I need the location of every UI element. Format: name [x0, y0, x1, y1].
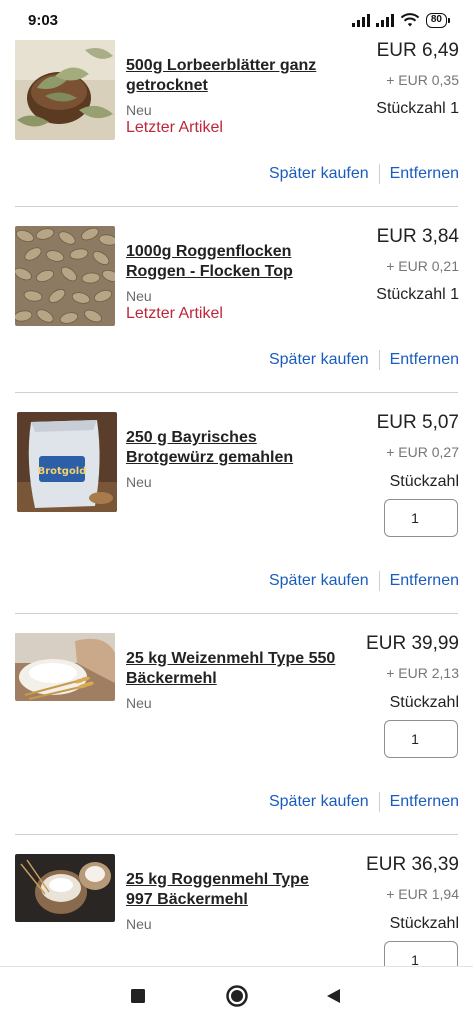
product-title[interactable]: 25 kg Roggenmehl Type 997 Bäckermehl	[126, 870, 336, 910]
cart-item: 500g Lorbeerblätter ganz getrocknet Neu …	[0, 38, 473, 223]
product-title[interactable]: 500g Lorbeerblätter ganz getrocknet	[126, 56, 336, 96]
item-actions: Später kaufen Entfernen	[269, 164, 459, 184]
cart-list[interactable]: 500g Lorbeerblätter ganz getrocknet Neu …	[0, 38, 473, 966]
signal-icon-2	[375, 13, 394, 27]
product-image-rye-flakes[interactable]	[15, 226, 115, 326]
cart-item: 25 kg Roggenmehl Type 997 Bäckermehl Neu…	[0, 852, 473, 966]
item-price: EUR 36,39	[366, 854, 459, 875]
status-bar: 9:03 80	[0, 0, 473, 38]
quantity-text: Stückzahl 1	[376, 286, 459, 303]
triangle-back-icon	[327, 989, 340, 1003]
status-icons: 80	[351, 12, 451, 28]
circle-icon	[226, 985, 248, 1007]
item-price: EUR 6,49	[376, 40, 459, 61]
product-image-bread-spice[interactable]: Brotgold	[17, 412, 117, 512]
quantity-label: Stückzahl	[389, 473, 459, 490]
action-separator	[378, 164, 380, 184]
item-condition: Neu	[126, 474, 152, 490]
quantity-input[interactable]: 1	[384, 720, 458, 758]
remove-link[interactable]: Entfernen	[390, 793, 459, 811]
item-price: EUR 39,99	[366, 633, 459, 654]
quantity-text: Stückzahl 1	[376, 100, 459, 117]
quantity-input[interactable]: 1	[384, 499, 458, 537]
item-actions: Später kaufen Entfernen	[269, 350, 459, 370]
cart-item: 25 kg Weizenmehl Type 550 Bäckermehl Neu…	[0, 631, 473, 852]
item-price: EUR 5,07	[376, 412, 459, 433]
action-separator	[378, 792, 380, 812]
wifi-icon	[400, 13, 420, 27]
item-divider	[15, 392, 458, 393]
square-icon	[131, 989, 145, 1003]
item-condition: Neu	[126, 916, 152, 932]
product-image-rye-flour[interactable]	[15, 854, 115, 922]
item-divider	[15, 206, 458, 207]
cart-item: Brotgold 250 g Bayrisches Brotgewürz gem…	[0, 410, 473, 631]
buy-later-link[interactable]: Später kaufen	[269, 793, 369, 811]
action-separator	[378, 350, 380, 370]
stock-note: Letzter Artikel	[126, 305, 223, 322]
remove-link[interactable]: Entfernen	[390, 165, 459, 183]
status-time: 9:03	[28, 12, 59, 29]
shipping-cost: + EUR 0,35	[386, 72, 459, 88]
shipping-cost: + EUR 1,94	[386, 886, 459, 902]
signal-icon	[351, 13, 370, 27]
quantity-label: Stückzahl	[389, 915, 459, 932]
cart-item: 1000g Roggenflocken Roggen - Flocken Top…	[0, 224, 473, 410]
remove-link[interactable]: Entfernen	[390, 572, 459, 590]
quantity-input[interactable]: 1	[384, 941, 458, 966]
action-separator	[378, 571, 380, 591]
product-image-bay-leaves[interactable]	[15, 40, 115, 140]
buy-later-link[interactable]: Später kaufen	[269, 351, 369, 369]
system-nav-bar	[0, 966, 473, 1024]
item-divider	[15, 834, 458, 835]
buy-later-link[interactable]: Später kaufen	[269, 165, 369, 183]
battery-icon: 80	[425, 12, 451, 28]
shipping-cost: + EUR 0,21	[386, 258, 459, 274]
shipping-cost: + EUR 0,27	[386, 444, 459, 460]
buy-later-link[interactable]: Später kaufen	[269, 572, 369, 590]
product-title[interactable]: 250 g Bayrisches Brotgewürz gemahlen	[126, 428, 336, 468]
item-condition: Neu	[126, 288, 152, 304]
back-button[interactable]	[303, 967, 363, 1024]
home-button[interactable]	[207, 967, 267, 1024]
shipping-cost: + EUR 2,13	[386, 665, 459, 681]
quantity-label: Stückzahl	[389, 694, 459, 711]
item-actions: Später kaufen Entfernen	[269, 571, 459, 591]
item-price: EUR 3,84	[376, 226, 459, 247]
item-condition: Neu	[126, 102, 152, 118]
recents-button[interactable]	[108, 967, 168, 1024]
remove-link[interactable]: Entfernen	[390, 351, 459, 369]
item-actions: Später kaufen Entfernen	[269, 792, 459, 812]
bag-brand-text: Brotgold	[38, 466, 87, 477]
item-condition: Neu	[126, 695, 152, 711]
item-divider	[15, 613, 458, 614]
product-image-wheat-flour[interactable]	[15, 633, 115, 701]
product-title[interactable]: 25 kg Weizenmehl Type 550 Bäckermehl	[126, 649, 336, 689]
product-title[interactable]: 1000g Roggenflocken Roggen - Flocken Top	[126, 242, 336, 282]
stock-note: Letzter Artikel	[126, 119, 223, 136]
